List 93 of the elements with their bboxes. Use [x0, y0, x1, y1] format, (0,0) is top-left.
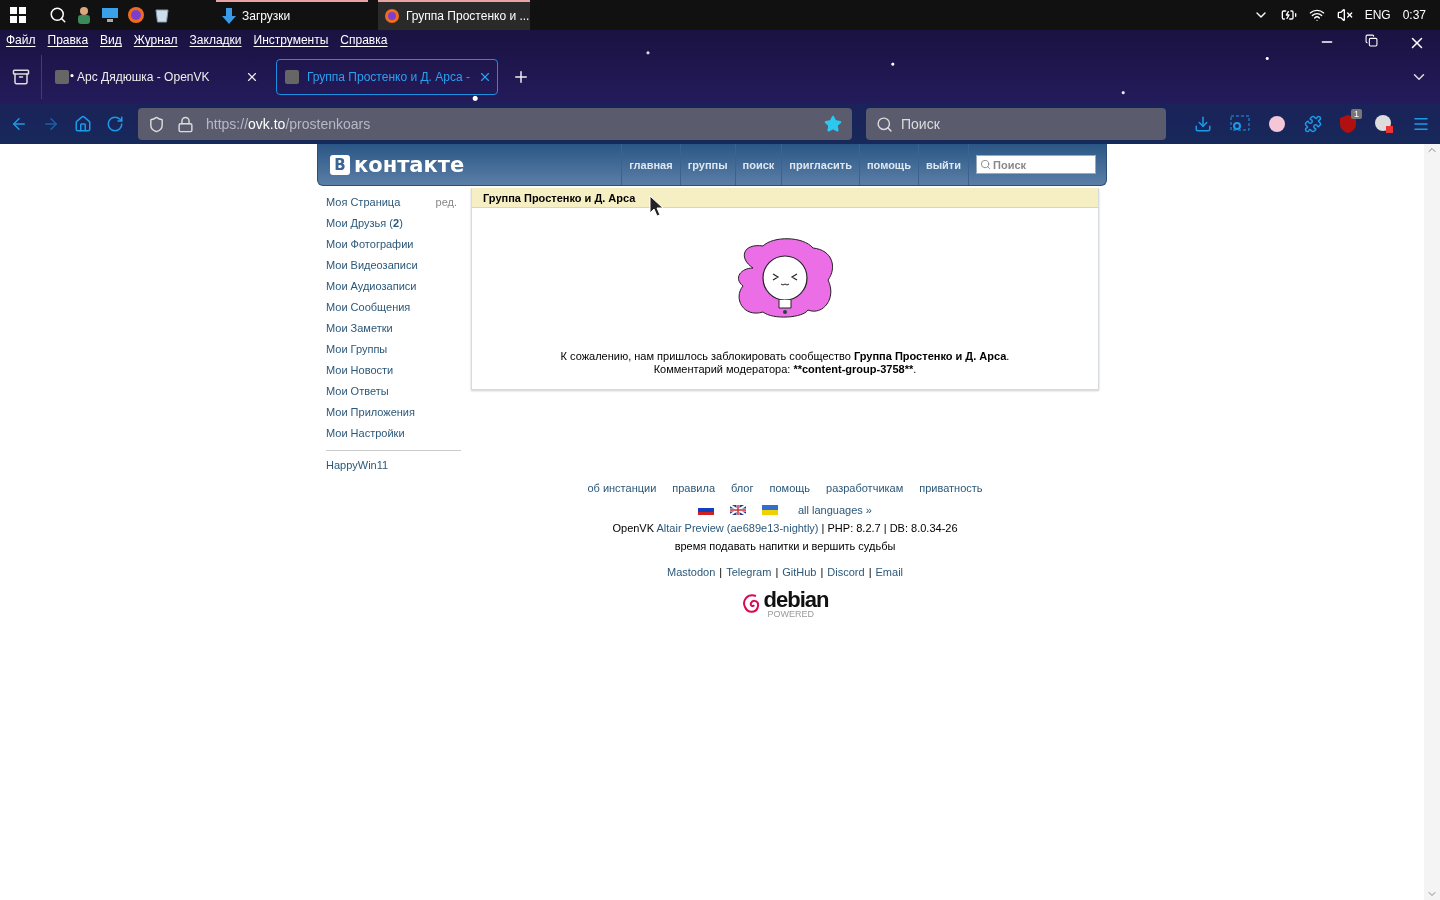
- footer-link[interactable]: помощь: [769, 482, 811, 494]
- notification-badge: 1: [1351, 109, 1362, 119]
- extension-avatar-icon[interactable]: [1268, 115, 1286, 133]
- swirl-logo-icon: [741, 593, 762, 615]
- menu-item[interactable]: Закладки: [189, 33, 242, 47]
- social-link[interactable]: Discord: [827, 566, 865, 578]
- home-icon[interactable]: [74, 115, 92, 133]
- sidebar-link[interactable]: Моя Страница: [326, 196, 401, 208]
- wifi-icon[interactable]: [1308, 7, 1325, 23]
- sidebar-link[interactable]: Мои Аудиозаписи: [326, 280, 417, 292]
- nav-link[interactable]: поиск: [734, 144, 782, 185]
- separator: |: [719, 566, 723, 578]
- sidebar-link[interactable]: HappyWin11: [326, 459, 389, 471]
- sidebar-link[interactable]: Мои Настройки: [326, 427, 405, 439]
- all-languages-link[interactable]: all languages »: [798, 504, 872, 516]
- nav-link[interactable]: помощь: [858, 144, 918, 185]
- monitor-icon[interactable]: [101, 7, 119, 23]
- social-link[interactable]: Email: [875, 566, 904, 578]
- footer-link[interactable]: правила: [672, 482, 715, 494]
- powered-by-caption: POWERED: [767, 610, 816, 618]
- nav-link[interactable]: главная: [621, 144, 680, 185]
- version-link[interactable]: Altair Preview (ae689e13-nightly): [656, 522, 819, 534]
- menu-item[interactable]: Справка: [340, 33, 388, 47]
- card-title: Группа Простенко и Д. Арса: [472, 188, 1098, 208]
- download-icon[interactable]: [1194, 115, 1212, 133]
- tray-icon: [11, 68, 30, 86]
- back-icon[interactable]: [10, 115, 28, 133]
- sidebar-link[interactable]: Мои Друзья (2): [326, 217, 403, 229]
- puzzle-icon[interactable]: [1304, 115, 1322, 133]
- sidebar-link[interactable]: Мои Приложения: [326, 406, 415, 418]
- search-field[interactable]: Поиск: [866, 108, 1166, 140]
- search-icon: [876, 115, 893, 133]
- windows-logo-icon[interactable]: [10, 7, 26, 23]
- menu-item[interactable]: Инструменты: [253, 33, 329, 47]
- version-info: OpenVK Altair Preview (ae689e13-nightly) | PHP: 8.2.7 | DB: 8.0.34-26: [612, 522, 958, 534]
- social-link[interactable]: Telegram: [726, 566, 772, 578]
- taskbar-button[interactable]: Группа Простенко и ...: [378, 0, 530, 30]
- lock-icon: [177, 115, 194, 133]
- browser-tab[interactable]: Арс Дядюшка - OpenVK: [46, 59, 268, 95]
- site-logo[interactable]: В контакте: [330, 152, 465, 177]
- search-icon: [980, 159, 991, 170]
- slogan: время подавать напитки и вершить судьбы: [674, 540, 896, 552]
- nav-link[interactable]: выйти: [917, 144, 968, 185]
- blocked-message: К сожалению, нам пришлось заблокировать сообщество Группа Простенко и Д. Арса.: [560, 350, 1010, 363]
- separator: |: [868, 566, 872, 578]
- address-bar[interactable]: https://ovk.to/prostenkoars: [138, 108, 852, 140]
- mouse-cursor-icon: [649, 195, 665, 217]
- close-icon[interactable]: [245, 70, 259, 84]
- shield-icon: [148, 115, 165, 133]
- sidebar-link[interactable]: Мои Группы: [326, 343, 388, 355]
- flag-icon[interactable]: [730, 505, 746, 515]
- clock[interactable]: 0:37: [1402, 8, 1426, 22]
- menu-item[interactable]: Правка: [47, 33, 89, 47]
- sidebar-link[interactable]: Мои Сообщения: [326, 301, 411, 313]
- new-tab-icon[interactable]: [512, 68, 530, 86]
- download-arrow-icon: [222, 8, 236, 24]
- menu-item[interactable]: Вид: [100, 33, 122, 47]
- search-field[interactable]: Поиск: [976, 155, 1096, 174]
- nav-link[interactable]: группы: [679, 144, 735, 185]
- footer-link[interactable]: приватность: [919, 482, 983, 494]
- moderator-comment: Комментарий модератора: **content-group-3758**.: [652, 363, 918, 376]
- footer-link[interactable]: разработчикам: [826, 482, 904, 494]
- browser-tab[interactable]: Группа Простенко и Д. Арса -: [276, 59, 498, 95]
- language-indicator[interactable]: ENG: [1364, 8, 1391, 22]
- separator: |: [820, 566, 824, 578]
- footer-link[interactable]: об инстанции: [587, 482, 657, 494]
- sidebar-link[interactable]: Мои Фотографии: [326, 238, 414, 250]
- menu-icon[interactable]: [1412, 115, 1430, 133]
- person-icon[interactable]: [77, 6, 91, 24]
- nav-link[interactable]: пригласить: [781, 144, 859, 185]
- flag-icon[interactable]: [698, 505, 714, 515]
- reload-icon[interactable]: [106, 115, 124, 133]
- recycle-bin-icon[interactable]: [155, 7, 169, 23]
- site-favicon: [285, 70, 299, 84]
- menu-item[interactable]: Журнал: [133, 33, 178, 47]
- search-icon[interactable]: [49, 6, 67, 24]
- footer-link[interactable]: блог: [731, 482, 754, 494]
- menu-item[interactable]: Файл: [6, 33, 36, 47]
- site-favicon: [55, 70, 69, 84]
- social-link[interactable]: GitHub: [782, 566, 817, 578]
- social-link[interactable]: Mastodon: [666, 566, 716, 578]
- sidebar-link[interactable]: Мои Заметки: [326, 322, 393, 334]
- sidebar-link[interactable]: Мои Новости: [326, 364, 394, 376]
- powered-by-name: debian: [763, 590, 829, 610]
- edit-link[interactable]: ред.: [435, 196, 461, 208]
- star-icon[interactable]: [824, 115, 842, 133]
- volume-muted-icon[interactable]: [1336, 7, 1353, 23]
- extension-circle-icon[interactable]: [1374, 114, 1394, 134]
- sidebar-link[interactable]: Мои Ответы: [326, 385, 389, 397]
- separator: |: [775, 566, 779, 578]
- battery-icon[interactable]: [1280, 7, 1297, 23]
- shield-extension-icon[interactable]: [1340, 115, 1356, 133]
- sidebar-link[interactable]: Мои Видеозаписи: [326, 259, 418, 271]
